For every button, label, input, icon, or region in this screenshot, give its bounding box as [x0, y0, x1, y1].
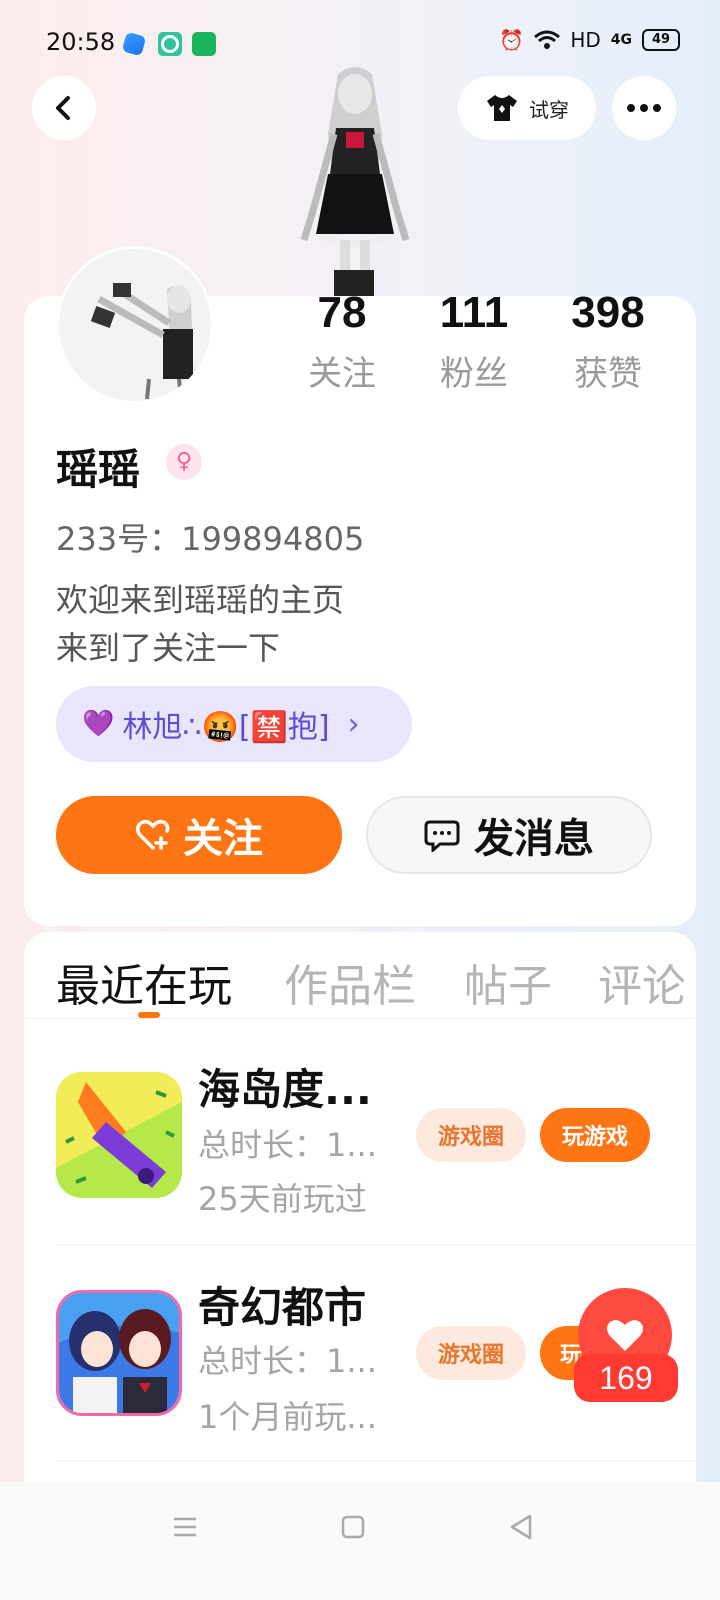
divider — [56, 1460, 696, 1461]
bio-line: 欢迎来到瑶瑶的主页 — [56, 581, 345, 619]
female-icon: ♀ — [166, 444, 202, 480]
chevron-left-icon — [56, 96, 70, 120]
app-icon-blue — [121, 31, 147, 57]
message-button[interactable]: 发消息 — [366, 796, 652, 874]
more-dots-icon — [627, 104, 661, 112]
chat-bubble-icon — [424, 820, 460, 852]
game-duration: 总时长：1... — [198, 1342, 377, 1380]
tab-recent-play[interactable]: 最近在玩 — [56, 950, 232, 1014]
tab-works[interactable]: 作品栏 — [284, 950, 416, 1014]
heart-icon — [607, 1320, 643, 1351]
profile-name: 瑶瑶 — [56, 445, 141, 494]
bio: 欢迎来到瑶瑶的主页 来到了关注一下 — [56, 576, 344, 672]
game-duration: 总时长：1... — [198, 1126, 377, 1164]
back-nav-icon[interactable] — [506, 1512, 536, 1542]
alarm-icon: ⏰ — [499, 28, 525, 52]
game-icon-island[interactable] — [56, 1072, 182, 1198]
app-icon-green-circle — [158, 32, 182, 56]
relation-tag-text: 林旭∴🤬[🈲抱] — [122, 710, 330, 745]
signal-type: 4G — [610, 32, 632, 48]
stat-value: 398 — [571, 288, 645, 337]
system-nav-bar — [0, 1482, 720, 1600]
tshirt-icon — [487, 95, 517, 121]
menu-icon[interactable] — [170, 1512, 200, 1542]
try-on-button[interactable]: 试穿 — [458, 76, 596, 140]
play-game-button[interactable]: 玩游戏 — [540, 1108, 650, 1162]
try-on-label: 试穿 — [529, 97, 569, 122]
battery-level: 49 — [651, 32, 671, 47]
divider — [24, 1018, 696, 1019]
game-title[interactable]: 奇幻都市 — [198, 1274, 366, 1335]
battery-icon: 49 — [642, 29, 680, 51]
stat-likes[interactable]: 398 获赞 — [548, 288, 668, 395]
network-type: HD — [570, 28, 601, 52]
character-model[interactable] — [290, 64, 420, 300]
chevron-right-icon: › — [347, 706, 360, 742]
heart-plus-icon — [136, 819, 170, 850]
game-last-played: 25天前玩过 — [198, 1180, 367, 1218]
stat-label: 粉丝 — [440, 354, 508, 394]
like-count: 169 — [574, 1354, 678, 1402]
heart-icon: 💜 — [82, 709, 115, 739]
stat-label: 关注 — [308, 354, 376, 394]
message-label: 发消息 — [474, 816, 594, 862]
follow-button[interactable]: 关注 — [56, 796, 342, 874]
game-last-played: 1个月前玩... — [198, 1398, 377, 1436]
status-time: 20:58 — [46, 28, 116, 56]
stat-following[interactable]: 78 关注 — [282, 288, 402, 395]
divider — [56, 1244, 696, 1245]
relation-tag[interactable]: 💜 林旭∴🤬[🈲抱] › — [56, 686, 412, 762]
tab-comments[interactable]: 评论 — [598, 950, 684, 1014]
follow-label: 关注 — [183, 816, 263, 862]
user-id: 233号：199894805 — [56, 520, 365, 558]
game-title[interactable]: 海岛度... — [198, 1056, 372, 1117]
more-button[interactable] — [612, 76, 676, 140]
stat-label: 获赞 — [574, 354, 642, 394]
avatar[interactable] — [56, 246, 214, 404]
stat-value: 78 — [317, 288, 367, 337]
tab-posts[interactable]: 帖子 — [464, 950, 552, 1014]
wifi-icon — [534, 30, 561, 49]
game-circle-button[interactable]: 游戏圈 — [416, 1326, 526, 1380]
home-icon[interactable] — [338, 1512, 368, 1542]
back-button[interactable] — [32, 76, 96, 140]
game-circle-button[interactable]: 游戏圈 — [416, 1108, 526, 1162]
game-icon-fantasy-city[interactable] — [56, 1290, 182, 1416]
app-icon-green-square — [192, 32, 216, 56]
stat-followers[interactable]: 111 粉丝 — [414, 288, 534, 395]
stat-value: 111 — [439, 288, 509, 337]
bio-line: 来到了关注一下 — [56, 629, 281, 667]
